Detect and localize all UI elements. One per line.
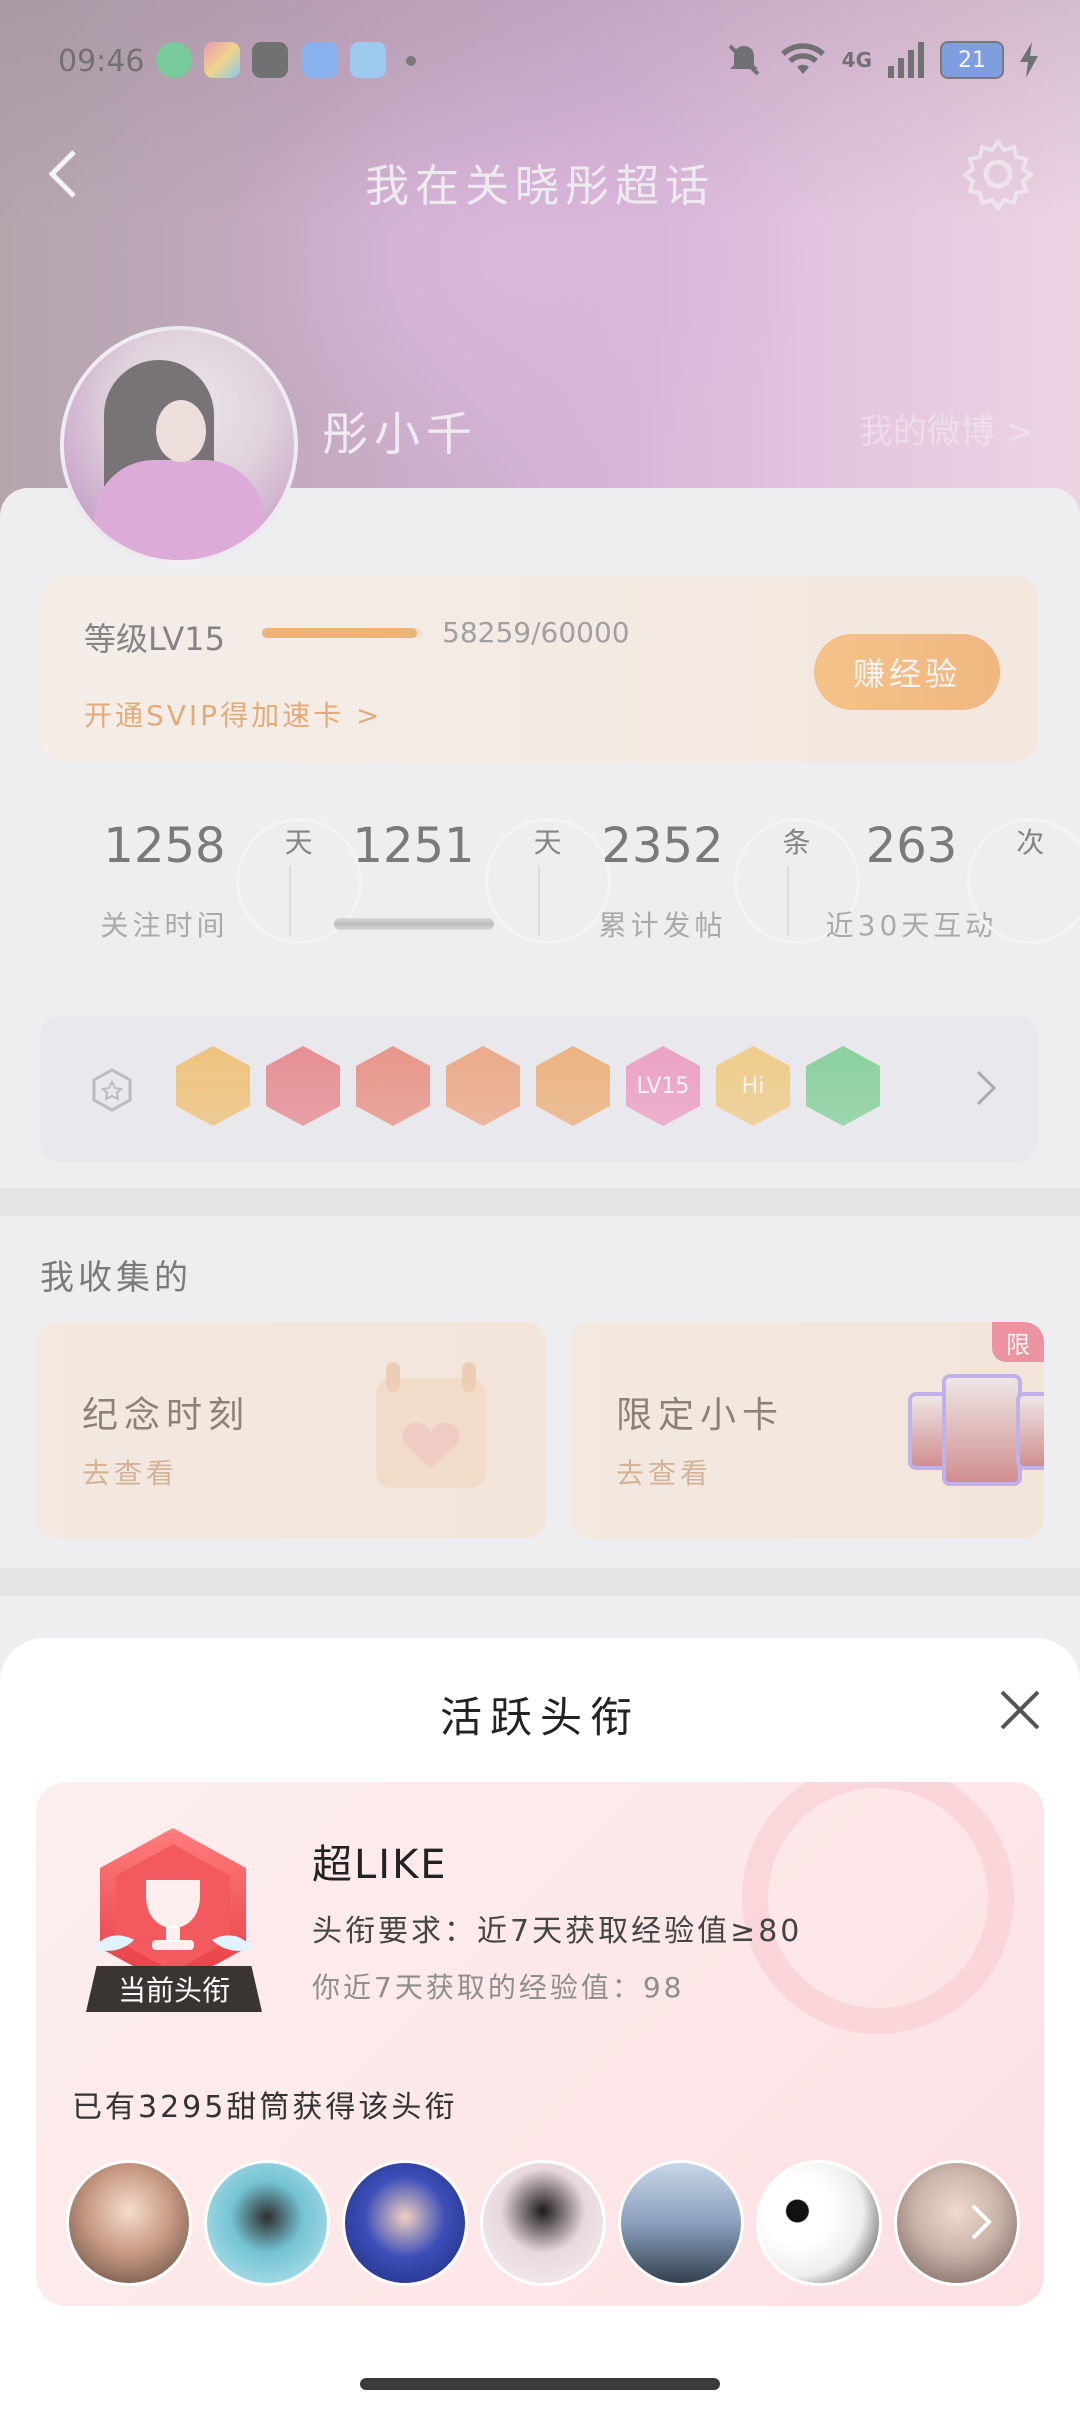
holder-avatars-row[interactable] <box>66 2160 1026 2286</box>
home-indicator[interactable] <box>360 2378 720 2390</box>
title-requirement: 头衔要求：近7天获取经验值≥80 <box>312 1914 803 1949</box>
active-title-sheet: 活跃头衔 当前头衔 超LIKE 头衔要求：近7天获取经验值≥80 你近7天获取的… <box>0 1638 1080 2412</box>
holder-avatar[interactable] <box>342 2160 468 2286</box>
sheet-title: 活跃头衔 <box>439 1693 640 1742</box>
title-detail-panel: 当前头衔 超LIKE 头衔要求：近7天获取经验值≥80 你近7天获取的经验值：9… <box>36 1782 1044 2306</box>
holder-avatar[interactable] <box>756 2160 882 2286</box>
holder-avatar[interactable] <box>480 2160 606 2286</box>
holders-count: 已有3295甜筒获得该头衔 <box>72 2090 458 2125</box>
holder-avatar[interactable] <box>618 2160 744 2286</box>
holder-avatar[interactable] <box>204 2160 330 2286</box>
holder-avatar[interactable] <box>66 2160 192 2286</box>
holder-avatar[interactable] <box>894 2160 1020 2286</box>
chevron-right-icon[interactable] <box>968 2202 994 2242</box>
title-name: 超LIKE <box>312 1842 448 1888</box>
my-experience-value: 你近7天获取的经验值：98 <box>312 1971 685 2004</box>
current-title-tag: 当前头衔 <box>86 1966 262 2012</box>
close-icon[interactable] <box>996 1686 1044 1734</box>
